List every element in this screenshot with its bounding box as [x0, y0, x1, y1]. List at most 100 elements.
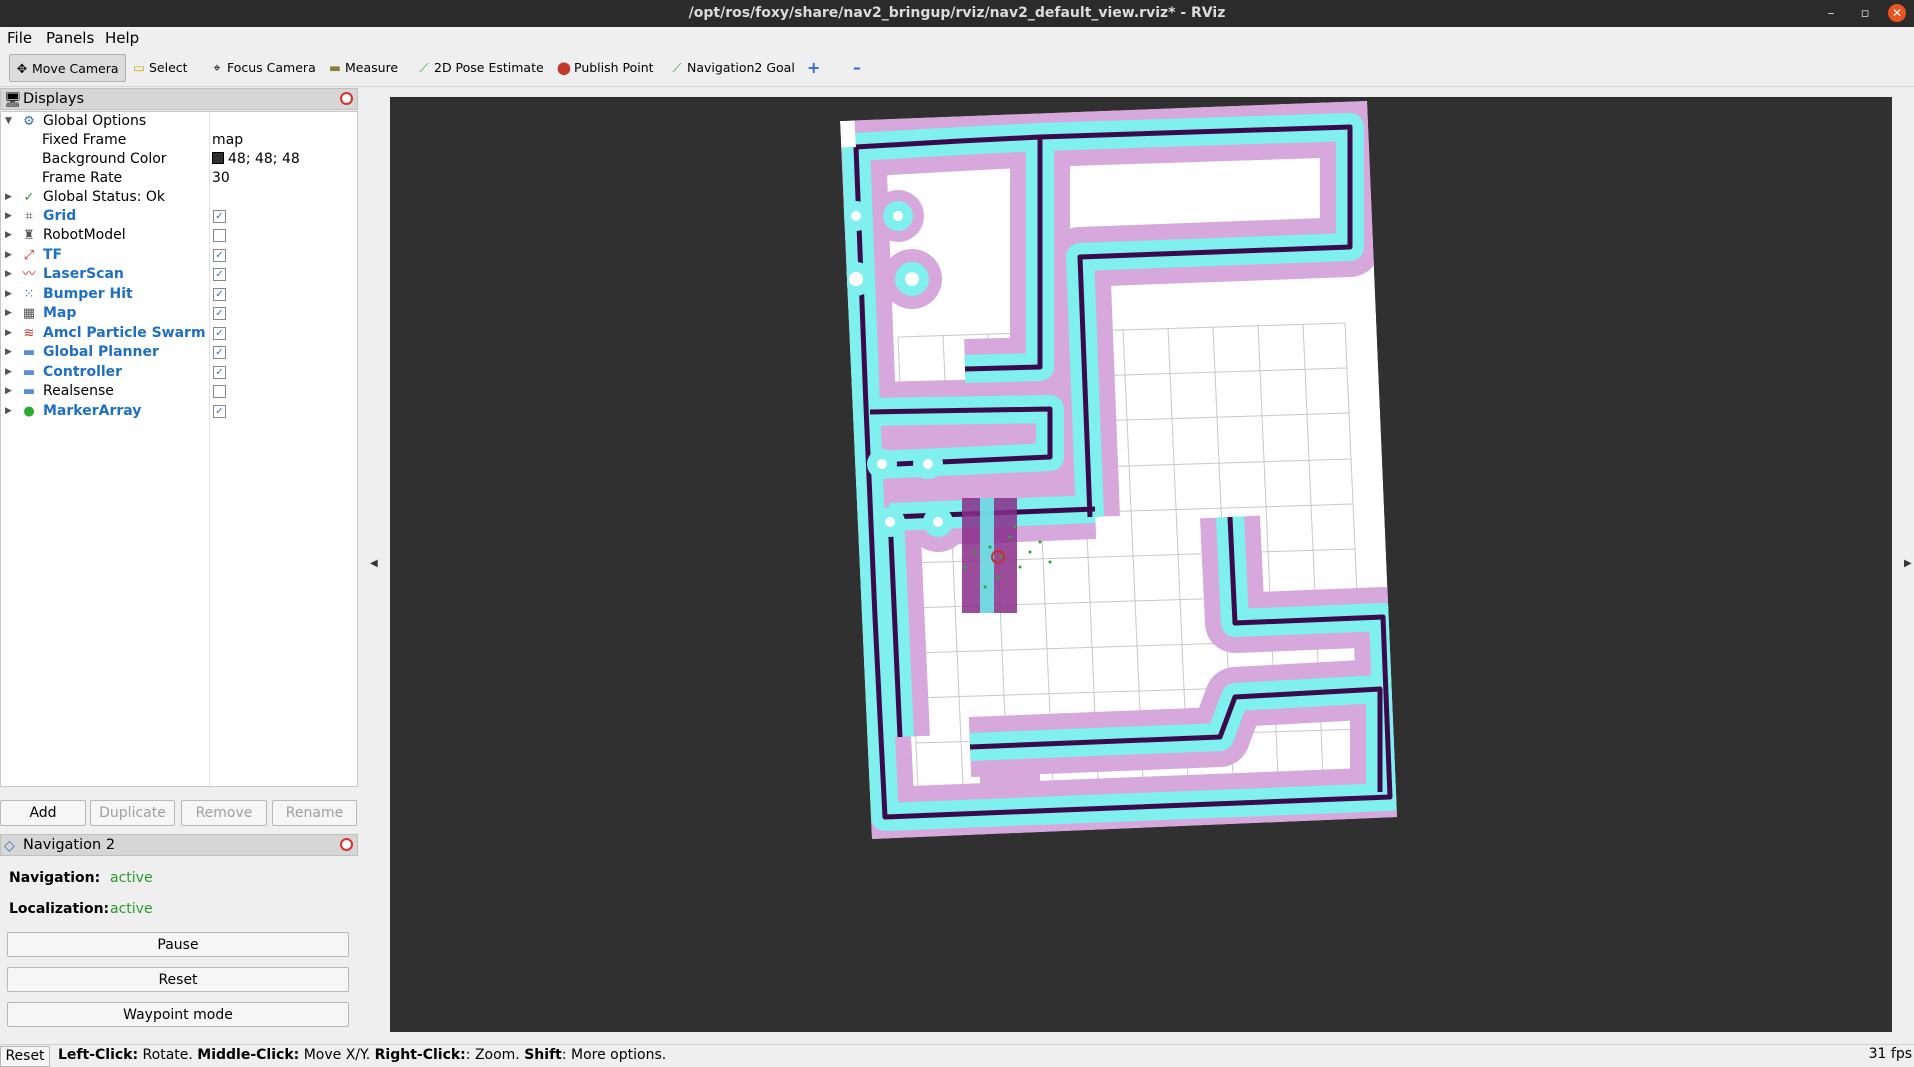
display-enabled-checkbox[interactable]: ✓ — [213, 210, 226, 223]
display-item[interactable]: ▶ ▬ Global Planner ✓ — [1, 343, 357, 362]
remove-tool-button[interactable]: – — [849, 54, 867, 82]
fixed-frame-row[interactable]: Fixed Frame map — [1, 131, 357, 150]
collapsed-arrow-icon[interactable]: ▶ — [5, 324, 12, 343]
right-click-action: : Zoom. — [465, 1047, 525, 1063]
display-item-label: Bumper Hit — [43, 285, 133, 302]
display-enabled-checkbox[interactable]: ✓ — [213, 326, 226, 340]
duplicate-display-button[interactable]: Duplicate — [90, 800, 175, 826]
minimize-button[interactable]: – — [1816, 0, 1846, 27]
view-reset-button[interactable]: Reset — [0, 1046, 50, 1067]
folder-icon: ▬ — [22, 364, 36, 380]
collapsed-arrow-icon[interactable]: ▶ — [5, 265, 12, 284]
display-enabled-checkbox[interactable]: ✓ — [213, 268, 226, 282]
pin-icon: ⬤ — [557, 60, 571, 75]
pause-button[interactable]: Pause — [7, 932, 349, 957]
collapsed-arrow-icon[interactable]: ▶ — [5, 343, 12, 362]
display-enabled-checkbox[interactable] — [213, 229, 226, 243]
move-camera-label: Move Camera — [32, 61, 119, 76]
collapsed-arrow-icon[interactable]: ▶ — [5, 285, 12, 304]
fixed-frame-label: Fixed Frame — [42, 132, 127, 148]
display-enabled-checkbox[interactable]: ✓ — [213, 287, 226, 301]
global-status-row[interactable]: ▶ ✓ Global Status: Ok — [1, 188, 357, 207]
pose-estimate-tool[interactable]: ⟋ 2D Pose Estimate — [412, 54, 550, 82]
remove-display-button[interactable]: Remove — [181, 800, 267, 826]
publish-point-tool[interactable]: ⬤ Publish Point — [552, 54, 660, 82]
select-tool[interactable]: ▭ Select — [127, 54, 194, 82]
shift-key: Shift — [524, 1047, 562, 1063]
display-enabled-checkbox[interactable]: ✓ — [213, 404, 226, 418]
displays-title: Displays — [23, 91, 85, 107]
global-options-row[interactable]: ▼ ⚙ Global Options — [1, 112, 357, 131]
navigation-header: ◇ Navigation 2 — [0, 834, 358, 856]
collapsed-arrow-icon[interactable]: ▶ — [5, 188, 12, 207]
collapsed-arrow-icon[interactable]: ▶ — [5, 226, 12, 245]
move-icon: ✥ — [16, 61, 28, 76]
menu-file[interactable]: File — [7, 29, 32, 47]
menu-bar: File Panels Help — [0, 27, 1914, 49]
display-item[interactable]: ▶ ♜ RobotModel — [1, 226, 357, 245]
frame-rate-value[interactable]: 30 — [212, 169, 230, 188]
frame-rate-row[interactable]: Frame Rate 30 — [1, 169, 357, 188]
shift-action: : More options. — [561, 1047, 667, 1063]
collapsed-arrow-icon[interactable]: ▶ — [5, 363, 12, 382]
displays-close-button[interactable] — [340, 92, 353, 105]
display-item-label: MarkerArray — [43, 402, 142, 419]
display-enabled-checkbox[interactable]: ✓ — [213, 346, 226, 360]
focus-camera-tool[interactable]: ⌖ Focus Camera — [205, 54, 322, 82]
rename-display-button[interactable]: Rename — [272, 800, 357, 826]
display-item[interactable]: ▶ ▬ Realsense — [1, 382, 357, 401]
toolbar: ✥ Move Camera ▭ Select ⌖ Focus Camera ▬ Meas… — [0, 49, 1914, 87]
display-item[interactable]: ▶ ≋ Amcl Particle Swarm ✓ — [1, 324, 357, 343]
fixed-frame-value[interactable]: map — [212, 131, 243, 150]
display-item[interactable]: ▶ ⁙ Bumper Hit ✓ — [1, 285, 357, 304]
measure-tool[interactable]: ▬ Measure — [323, 54, 404, 82]
add-tool-button[interactable]: + — [803, 54, 826, 82]
global-options-label: Global Options — [43, 113, 147, 129]
collapsed-arrow-icon[interactable]: ▶ — [5, 246, 12, 265]
background-color-value[interactable]: 48; 48; 48 — [212, 150, 300, 169]
add-display-button[interactable]: Add — [0, 800, 86, 826]
green-arrow-icon: ⟋ — [672, 60, 682, 75]
navigation-title: Navigation 2 — [23, 837, 116, 853]
display-enabled-checkbox[interactable] — [213, 385, 226, 399]
collapsed-arrow-icon[interactable]: ▶ — [5, 207, 12, 226]
display-item[interactable]: ▶ ▬ Controller ✓ — [1, 363, 357, 382]
laser-icon: 〰 — [22, 267, 36, 283]
nav-goal-tool[interactable]: ⟋ Navigation2 Goal — [665, 54, 801, 82]
background-color-label: Background Color — [42, 151, 167, 167]
display-enabled-checkbox[interactable]: ✓ — [213, 248, 226, 262]
global-status-label: Global Status: Ok — [43, 189, 166, 205]
menu-help[interactable]: Help — [105, 29, 139, 47]
collapse-right-arrow-icon[interactable]: ▶ — [1904, 558, 1912, 569]
collapse-left-arrow-icon[interactable]: ◀ — [370, 558, 378, 569]
select-icon: ▭ — [133, 60, 145, 75]
color-swatch — [212, 152, 224, 164]
collapsed-arrow-icon[interactable]: ▶ — [5, 304, 12, 323]
maximize-button[interactable]: ▫ — [1850, 0, 1880, 27]
display-item-label: TF — [43, 246, 63, 263]
display-item[interactable]: ▶ ⌗ Grid ✓ — [1, 207, 357, 226]
waypoint-mode-button[interactable]: Waypoint mode — [7, 1002, 349, 1027]
points-icon: ⁙ — [23, 286, 35, 302]
navigation-close-button[interactable] — [340, 838, 353, 851]
reset-button[interactable]: Reset — [7, 967, 349, 992]
localization-status-value: active — [110, 901, 153, 917]
menu-panels[interactable]: Panels — [46, 29, 94, 47]
collapsed-arrow-icon[interactable]: ▶ — [5, 402, 12, 421]
nav-goal-label: Navigation2 Goal — [687, 60, 795, 75]
display-item[interactable]: ▶ 〰 LaserScan ✓ — [1, 265, 357, 284]
render-viewport[interactable] — [390, 97, 1892, 1032]
display-item[interactable]: ▶ ● MarkerArray ✓ — [1, 402, 357, 421]
expanded-arrow-icon[interactable]: ▼ — [5, 112, 12, 131]
display-item[interactable]: ▶ ▦ Map ✓ — [1, 304, 357, 323]
move-camera-tool[interactable]: ✥ Move Camera — [9, 54, 126, 82]
window-title: /opt/ros/foxy/share/nav2_bringup/rviz/na… — [688, 5, 1226, 21]
display-item-label: Global Planner — [43, 344, 159, 361]
background-color-row[interactable]: Background Color 48; 48; 48 — [1, 150, 357, 169]
marker-icon: ● — [23, 403, 35, 419]
display-enabled-checkbox[interactable]: ✓ — [213, 307, 226, 321]
collapsed-arrow-icon[interactable]: ▶ — [5, 382, 12, 401]
display-item[interactable]: ▶ ⤢ TF ✓ — [1, 246, 357, 265]
display-enabled-checkbox[interactable]: ✓ — [213, 365, 226, 379]
close-button[interactable]: ✕ — [1882, 0, 1912, 27]
